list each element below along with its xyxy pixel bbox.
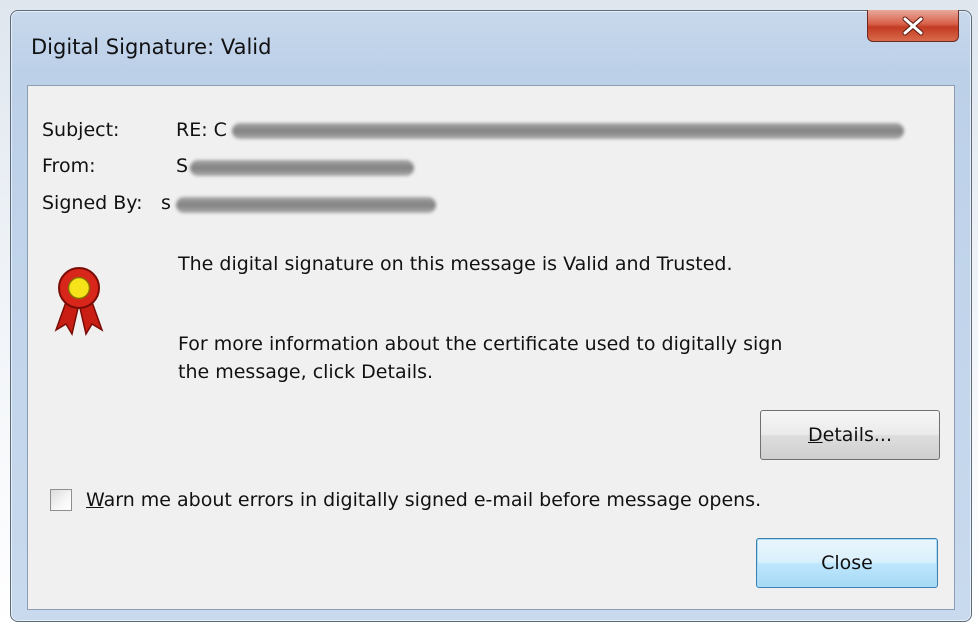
- warn-errors-checkbox[interactable]: [50, 489, 72, 511]
- info-text-line2: the message, click Details.: [178, 361, 434, 383]
- redacted-from: [190, 160, 414, 176]
- title-bar[interactable]: Digital Signature: Valid: [11, 10, 971, 83]
- info-text-line1: For more information about the certifica…: [178, 333, 783, 355]
- dialog-content: Subject: RE: C From: S Signed By: s The …: [27, 85, 955, 610]
- redacted-subject: [232, 123, 904, 139]
- award-ribbon-icon: [54, 267, 104, 336]
- from-label: From:: [42, 155, 96, 177]
- subject-row: Subject: RE: C: [42, 116, 922, 144]
- details-button[interactable]: Details...: [760, 410, 940, 460]
- close-icon: [902, 16, 924, 35]
- redacted-signer: [176, 197, 436, 213]
- signed-by-value: s: [161, 192, 171, 214]
- signed-by-row: Signed By: s: [42, 189, 922, 217]
- signature-status-text: The digital signature on this message is…: [178, 253, 733, 275]
- warn-errors-label[interactable]: Warn me about errors in digitally signed…: [86, 486, 761, 514]
- subject-value: RE: C: [176, 119, 227, 141]
- from-value: S: [176, 155, 189, 177]
- digital-signature-dialog: Digital Signature: Valid Subject: RE: C …: [10, 10, 972, 622]
- signed-by-label: Signed By:: [42, 192, 143, 214]
- window-close-button[interactable]: [867, 10, 959, 42]
- close-button-label: Close: [821, 552, 873, 574]
- from-row: From: S: [42, 152, 922, 180]
- close-button[interactable]: Close: [756, 538, 938, 588]
- window-title: Digital Signature: Valid: [31, 35, 272, 59]
- details-button-label: Details...: [808, 424, 892, 446]
- subject-label: Subject:: [42, 119, 120, 141]
